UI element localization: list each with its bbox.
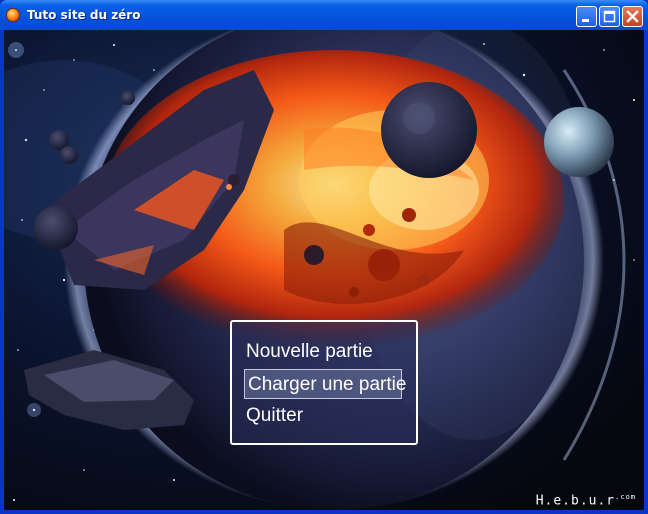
menu-item-load-game[interactable]: Charger une partie bbox=[244, 369, 406, 399]
watermark-suffix: .com bbox=[615, 492, 636, 501]
close-icon bbox=[626, 10, 639, 23]
maximize-button[interactable] bbox=[599, 6, 620, 27]
menu-item-quit[interactable]: Quitter bbox=[246, 401, 303, 431]
title-bar[interactable]: Tuto site du zéro bbox=[0, 0, 648, 30]
watermark: H.e.b.u.r.com bbox=[536, 493, 636, 508]
minimize-button[interactable] bbox=[576, 6, 597, 27]
menu-item-new-game[interactable]: Nouvelle partie bbox=[246, 337, 373, 367]
app-icon bbox=[6, 8, 20, 22]
maximize-icon bbox=[603, 10, 616, 23]
watermark-text: H.e.b.u.r bbox=[535, 493, 616, 508]
window-title: Tuto site du zéro bbox=[27, 8, 141, 22]
close-button[interactable] bbox=[622, 6, 643, 27]
app-window: Tuto site du zéro Nouvelle partie Charge… bbox=[0, 0, 648, 514]
minimize-icon bbox=[582, 19, 589, 22]
main-menu: Nouvelle partie Charger une partie Quitt… bbox=[230, 320, 418, 445]
game-viewport[interactable]: Nouvelle partie Charger une partie Quitt… bbox=[4, 30, 644, 510]
